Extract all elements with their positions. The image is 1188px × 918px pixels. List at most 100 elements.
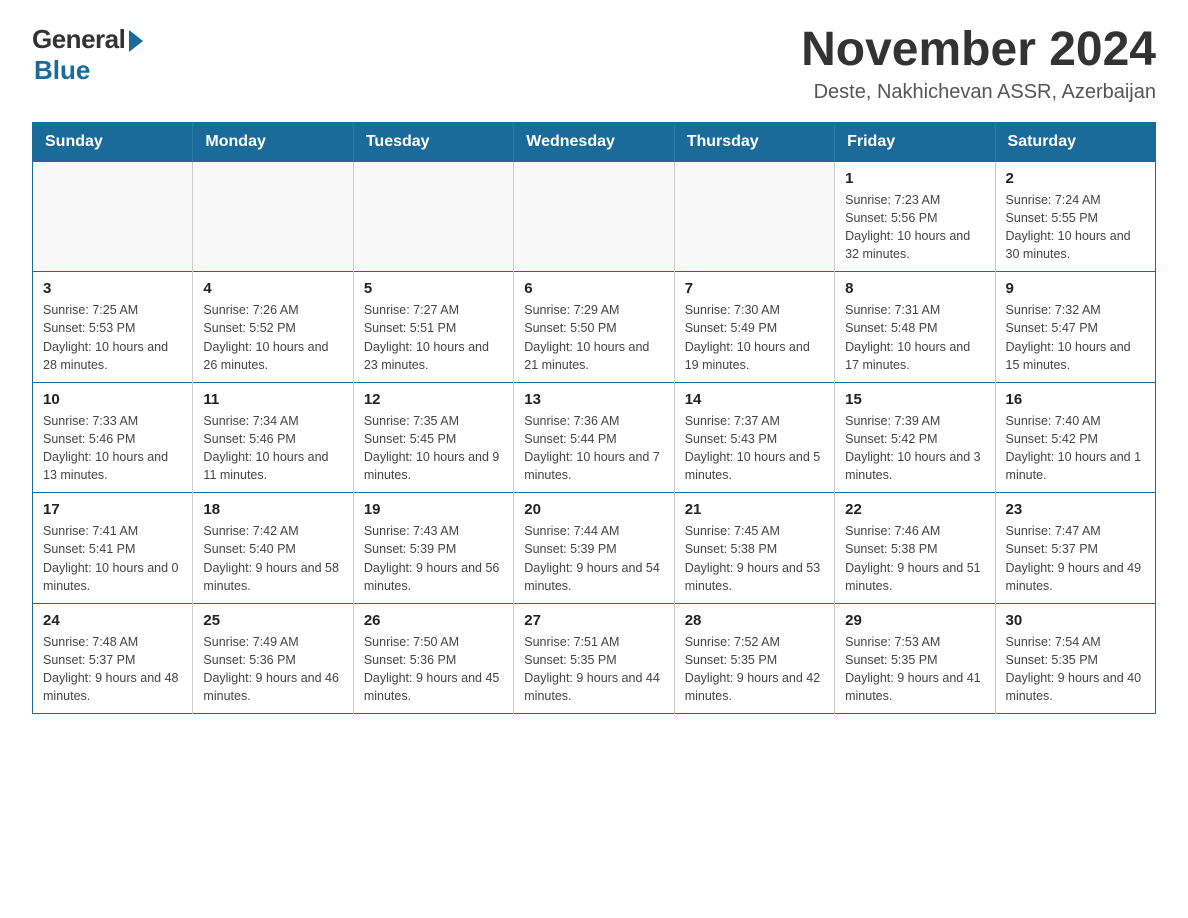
weekday-header-sunday: Sunday [33, 122, 193, 161]
calendar-cell: 28 Sunrise: 7:52 AM Sunset: 5:35 PM Dayli… [674, 603, 834, 714]
day-number: 22 [845, 501, 984, 518]
day-info: Sunrise: 7:25 AM Sunset: 5:53 PM Dayligh… [43, 301, 182, 374]
day-number: 21 [685, 501, 824, 518]
day-number: 7 [685, 280, 824, 297]
calendar-cell: 1 Sunrise: 7:23 AM Sunset: 5:56 PM Daylig… [835, 161, 995, 272]
calendar-cell: 20Sunrise: 7:44 AM Sunset: 5:39 PM Dayli… [514, 493, 674, 604]
day-info: Sunrise: 7:24 AM Sunset: 5:55 PM Dayligh… [1006, 191, 1145, 264]
calendar-cell: 15 Sunrise: 7:39 AM Sunset: 5:42 PM Dayli… [835, 382, 995, 493]
day-info: Sunrise: 7:51 AM Sunset: 5:35 PM Dayligh… [524, 633, 663, 706]
calendar-cell: 29 Sunrise: 7:53 AM Sunset: 5:35 PM Dayli… [835, 603, 995, 714]
calendar-cell: 27 Sunrise: 7:51 AM Sunset: 5:35 PM Dayli… [514, 603, 674, 714]
calendar-week-row: 1 Sunrise: 7:23 AM Sunset: 5:56 PM Daylig… [33, 161, 1156, 272]
calendar-cell: 23 Sunrise: 7:47 AM Sunset: 5:37 PM Dayli… [995, 493, 1155, 604]
calendar-cell: 16 Sunrise: 7:40 AM Sunset: 5:42 PM Dayli… [995, 382, 1155, 493]
day-number: 27 [524, 612, 663, 629]
calendar-cell: 22Sunrise: 7:46 AM Sunset: 5:38 PM Dayli… [835, 493, 995, 604]
day-info: Sunrise: 7:26 AM Sunset: 5:52 PM Dayligh… [203, 301, 342, 374]
calendar-cell: 2 Sunrise: 7:24 AM Sunset: 5:55 PM Daylig… [995, 161, 1155, 272]
weekday-header-row: SundayMondayTuesdayWednesdayThursdayFrid… [33, 122, 1156, 161]
calendar-cell: 10 Sunrise: 7:33 AM Sunset: 5:46 PM Dayli… [33, 382, 193, 493]
weekday-header-saturday: Saturday [995, 122, 1155, 161]
calendar-cell: 12 Sunrise: 7:35 AM Sunset: 5:45 PM Dayli… [353, 382, 513, 493]
day-number: 10 [43, 391, 182, 408]
title-block: November 2024 Deste, Nakhichevan ASSR, A… [801, 24, 1156, 104]
calendar-cell [33, 161, 193, 272]
day-info: Sunrise: 7:44 AM Sunset: 5:39 PM Dayligh… [524, 522, 663, 595]
calendar-week-row: 17Sunrise: 7:41 AM Sunset: 5:41 PM Dayli… [33, 493, 1156, 604]
day-info: Sunrise: 7:47 AM Sunset: 5:37 PM Dayligh… [1006, 522, 1145, 595]
day-number: 11 [203, 391, 342, 408]
day-info: Sunrise: 7:52 AM Sunset: 5:35 PM Dayligh… [685, 633, 824, 706]
day-info: Sunrise: 7:42 AM Sunset: 5:40 PM Dayligh… [203, 522, 342, 595]
weekday-header-monday: Monday [193, 122, 353, 161]
calendar-cell: 21 Sunrise: 7:45 AM Sunset: 5:38 PM Dayli… [674, 493, 834, 604]
day-number: 14 [685, 391, 824, 408]
logo-general-text: General [32, 24, 125, 55]
day-info: Sunrise: 7:43 AM Sunset: 5:39 PM Dayligh… [364, 522, 503, 595]
day-number: 26 [364, 612, 503, 629]
day-info: Sunrise: 7:53 AM Sunset: 5:35 PM Dayligh… [845, 633, 984, 706]
day-number: 2 [1006, 170, 1145, 187]
day-info: Sunrise: 7:30 AM Sunset: 5:49 PM Dayligh… [685, 301, 824, 374]
day-number: 28 [685, 612, 824, 629]
calendar-cell: 26 Sunrise: 7:50 AM Sunset: 5:36 PM Dayli… [353, 603, 513, 714]
day-number: 24 [43, 612, 182, 629]
day-info: Sunrise: 7:31 AM Sunset: 5:48 PM Dayligh… [845, 301, 984, 374]
day-number: 23 [1006, 501, 1145, 518]
day-number: 13 [524, 391, 663, 408]
page-header: General Blue November 2024 Deste, Nakhic… [32, 24, 1156, 104]
day-number: 29 [845, 612, 984, 629]
month-title: November 2024 [801, 24, 1156, 77]
logo-arrow-icon [129, 30, 143, 52]
calendar-cell: 8Sunrise: 7:31 AM Sunset: 5:48 PM Daylig… [835, 272, 995, 383]
calendar-cell: 25 Sunrise: 7:49 AM Sunset: 5:36 PM Dayli… [193, 603, 353, 714]
day-number: 19 [364, 501, 503, 518]
day-info: Sunrise: 7:35 AM Sunset: 5:45 PM Dayligh… [364, 412, 503, 485]
day-info: Sunrise: 7:50 AM Sunset: 5:36 PM Dayligh… [364, 633, 503, 706]
day-info: Sunrise: 7:37 AM Sunset: 5:43 PM Dayligh… [685, 412, 824, 485]
day-info: Sunrise: 7:54 AM Sunset: 5:35 PM Dayligh… [1006, 633, 1145, 706]
weekday-header-wednesday: Wednesday [514, 122, 674, 161]
day-number: 12 [364, 391, 503, 408]
day-number: 30 [1006, 612, 1145, 629]
logo-blue-text: Blue [34, 55, 90, 86]
day-info: Sunrise: 7:36 AM Sunset: 5:44 PM Dayligh… [524, 412, 663, 485]
calendar-week-row: 10 Sunrise: 7:33 AM Sunset: 5:46 PM Dayli… [33, 382, 1156, 493]
calendar-cell: 19 Sunrise: 7:43 AM Sunset: 5:39 PM Dayli… [353, 493, 513, 604]
day-info: Sunrise: 7:40 AM Sunset: 5:42 PM Dayligh… [1006, 412, 1145, 485]
weekday-header-friday: Friday [835, 122, 995, 161]
calendar-cell: 18Sunrise: 7:42 AM Sunset: 5:40 PM Dayli… [193, 493, 353, 604]
day-number: 4 [203, 280, 342, 297]
day-info: Sunrise: 7:49 AM Sunset: 5:36 PM Dayligh… [203, 633, 342, 706]
calendar-cell: 5Sunrise: 7:27 AM Sunset: 5:51 PM Daylig… [353, 272, 513, 383]
day-number: 1 [845, 170, 984, 187]
calendar-cell: 30 Sunrise: 7:54 AM Sunset: 5:35 PM Dayli… [995, 603, 1155, 714]
calendar-cell: 9Sunrise: 7:32 AM Sunset: 5:47 PM Daylig… [995, 272, 1155, 383]
calendar-cell: 11 Sunrise: 7:34 AM Sunset: 5:46 PM Dayli… [193, 382, 353, 493]
day-info: Sunrise: 7:45 AM Sunset: 5:38 PM Dayligh… [685, 522, 824, 595]
weekday-header-thursday: Thursday [674, 122, 834, 161]
day-info: Sunrise: 7:39 AM Sunset: 5:42 PM Dayligh… [845, 412, 984, 485]
calendar-cell: 24 Sunrise: 7:48 AM Sunset: 5:37 PM Dayli… [33, 603, 193, 714]
calendar-cell: 7 Sunrise: 7:30 AM Sunset: 5:49 PM Daylig… [674, 272, 834, 383]
weekday-header-tuesday: Tuesday [353, 122, 513, 161]
calendar-table: SundayMondayTuesdayWednesdayThursdayFrid… [32, 122, 1156, 715]
day-info: Sunrise: 7:41 AM Sunset: 5:41 PM Dayligh… [43, 522, 182, 595]
calendar-cell [353, 161, 513, 272]
calendar-cell [674, 161, 834, 272]
calendar-cell: 4 Sunrise: 7:26 AM Sunset: 5:52 PM Daylig… [193, 272, 353, 383]
day-info: Sunrise: 7:48 AM Sunset: 5:37 PM Dayligh… [43, 633, 182, 706]
day-info: Sunrise: 7:27 AM Sunset: 5:51 PM Dayligh… [364, 301, 503, 374]
day-number: 3 [43, 280, 182, 297]
day-info: Sunrise: 7:33 AM Sunset: 5:46 PM Dayligh… [43, 412, 182, 485]
day-number: 15 [845, 391, 984, 408]
day-info: Sunrise: 7:34 AM Sunset: 5:46 PM Dayligh… [203, 412, 342, 485]
calendar-cell [193, 161, 353, 272]
day-number: 25 [203, 612, 342, 629]
calendar-cell: 17Sunrise: 7:41 AM Sunset: 5:41 PM Dayli… [33, 493, 193, 604]
logo: General Blue [32, 24, 143, 86]
location-subtitle: Deste, Nakhichevan ASSR, Azerbaijan [801, 81, 1156, 104]
day-number: 16 [1006, 391, 1145, 408]
day-info: Sunrise: 7:23 AM Sunset: 5:56 PM Dayligh… [845, 191, 984, 264]
